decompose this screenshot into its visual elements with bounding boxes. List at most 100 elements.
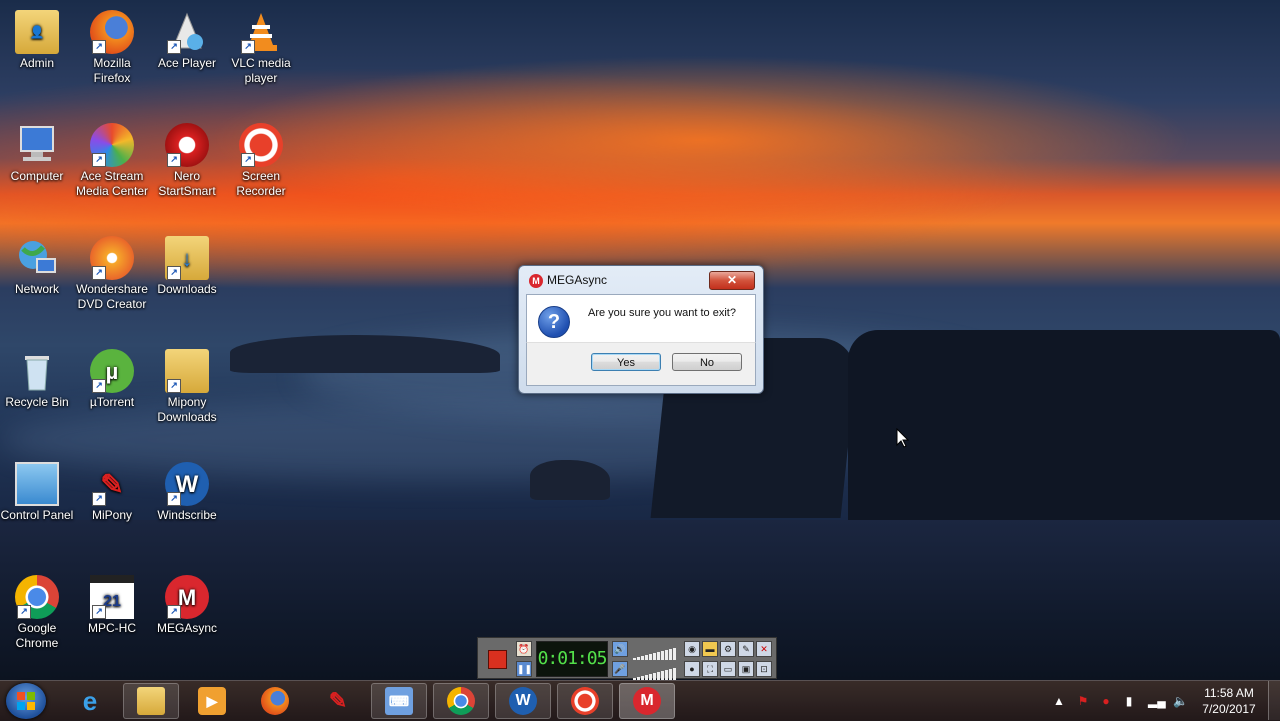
small-rock — [530, 460, 610, 500]
desktop-icon-vlc[interactable]: ↗ VLC media player — [224, 4, 298, 86]
volume-icon[interactable]: 🔈 — [1173, 694, 1188, 708]
question-icon: ? — [538, 306, 570, 338]
taskbar-chrome[interactable] — [433, 683, 489, 719]
file-explorer-icon — [137, 687, 165, 715]
clock-time: 11:58 AM — [1204, 686, 1254, 700]
ace-player-icon: ↗ — [165, 10, 209, 54]
taskbar-clock[interactable]: 11:58 AM 7/20/2017 — [1192, 685, 1266, 717]
gear-icon[interactable]: ⚙ — [720, 641, 736, 657]
internet-explorer-icon: e — [82, 685, 98, 716]
desktop-icon-firefox[interactable]: ↗ Mozilla Firefox — [75, 4, 149, 86]
computer-icon — [15, 123, 59, 167]
dialog-body: ? Are you sure you want to exit? — [526, 294, 756, 343]
chrome-icon: ↗ — [15, 575, 59, 619]
desktop-icon-admin[interactable]: 👤 Admin — [0, 4, 74, 71]
megasync-icon: M — [633, 687, 661, 715]
dvd-creator-icon: ↗ — [90, 236, 134, 280]
taskbar-windscribe[interactable]: W — [495, 683, 551, 719]
microphone-icon[interactable]: 🎤 — [612, 661, 628, 677]
dialog-title-bar[interactable]: M MEGAsync ✕ — [525, 271, 757, 290]
yes-button[interactable]: Yes — [591, 353, 661, 371]
vlc-icon: ↗ — [239, 10, 283, 54]
network-icon — [15, 236, 59, 280]
alarm-clock-icon[interactable]: ⏰ — [516, 641, 532, 657]
desktop-icon-screen-recorder[interactable]: ↗ Screen Recorder — [224, 117, 298, 199]
mipony-icon: ✎ ↗ — [90, 462, 134, 506]
desktop-icon-control-panel[interactable]: Control Panel — [0, 456, 74, 523]
desktop-icon-ace-player[interactable]: ↗ Ace Player — [150, 4, 224, 71]
desktop-icon-mipony-downloads[interactable]: ↗ Mipony Downloads — [150, 343, 224, 425]
desktop-icon-windscribe[interactable]: W ↗ Windscribe — [150, 456, 224, 523]
display-icon[interactable]: ⊡ — [756, 661, 772, 677]
microphone-volume-meter[interactable] — [633, 662, 677, 680]
desktop-icon-mipony[interactable]: ✎ ↗ MiPony — [75, 456, 149, 523]
speaker-volume-meter[interactable] — [633, 642, 677, 660]
desktop-icon-mpc-hc[interactable]: 21 ↗ MPC-HC — [75, 569, 149, 636]
windscribe-icon: W — [509, 687, 537, 715]
desktop-icon-dvd-creator[interactable]: ↗ Wondershare DVD Creator — [75, 230, 149, 312]
windows-logo-icon — [17, 692, 35, 710]
screen-recorder-toolbar: ⏰ ❚❚ 0:01:05 🔊 🎤 ◉ ▬ ⚙ ✎ ✕ ● ⛶ ▭ ▣ ⊡ — [477, 637, 777, 680]
megasync-icon: M ↗ — [165, 575, 209, 619]
firefox-icon: ↗ — [90, 10, 134, 54]
user-folder-icon: 👤 — [15, 10, 59, 54]
megasync-tray-icon[interactable]: ● — [1099, 694, 1113, 708]
taskbar-megasync[interactable]: M — [619, 683, 675, 719]
desktop-icon-megasync[interactable]: M ↗ MEGAsync — [150, 569, 224, 636]
desktop-icon-network[interactable]: Network — [0, 230, 74, 297]
network-signal-icon[interactable]: ▂▄ — [1148, 694, 1166, 708]
recording-timer: 0:01:05 — [536, 641, 608, 677]
taskbar-media-player[interactable]: ▶ — [184, 683, 240, 719]
power-icon[interactable]: ▮ — [1122, 694, 1136, 708]
desktop-icon-nero[interactable]: ↗ Nero StartSmart — [150, 117, 224, 199]
show-desktop-button[interactable] — [1268, 681, 1280, 720]
megasync-exit-dialog: M MEGAsync ✕ ? Are you sure you want to … — [518, 265, 764, 394]
nero-icon: ↗ — [165, 123, 209, 167]
media-player-icon: ▶ — [198, 687, 226, 715]
close-icon[interactable]: ✕ — [756, 641, 772, 657]
taskbar-file-explorer[interactable] — [123, 683, 179, 719]
taskbar-mipony[interactable]: ✎ — [310, 683, 366, 719]
start-button[interactable] — [6, 683, 46, 719]
mipony-icon: ✎ — [328, 688, 348, 713]
ace-stream-icon: ↗ — [90, 123, 134, 167]
webcam-icon[interactable]: ◉ — [684, 641, 700, 657]
folder-icon[interactable]: ▬ — [702, 641, 718, 657]
chrome-icon — [447, 687, 475, 715]
desktop-icon-downloads[interactable]: ↓ ↗ Downloads — [150, 230, 224, 297]
record-stop-button[interactable] — [488, 650, 507, 669]
dialog-close-button[interactable]: ✕ — [709, 271, 755, 290]
keyboard-icon: ⌨ — [385, 687, 413, 715]
window-icon[interactable]: ▭ — [720, 661, 736, 677]
screen-recorder-icon: ↗ — [239, 123, 283, 167]
camera-icon[interactable]: ● — [684, 661, 700, 677]
dialog-button-bar: Yes No — [526, 342, 756, 386]
screen-recorder-icon — [571, 687, 599, 715]
pause-button[interactable]: ❚❚ — [516, 661, 532, 677]
dialog-title: MEGAsync — [547, 273, 608, 287]
show-hidden-icons-icon[interactable]: ▲ — [1052, 694, 1066, 708]
desktop-icon-ace-stream[interactable]: ↗ Ace Stream Media Center — [75, 117, 149, 199]
action-center-flag-icon[interactable]: ⚑ — [1076, 694, 1090, 708]
downloads-folder-icon: ↓ ↗ — [165, 236, 209, 280]
no-button[interactable]: No — [672, 353, 742, 371]
folder-icon: ↗ — [165, 349, 209, 393]
taskbar-internet-explorer[interactable]: e — [62, 683, 118, 719]
desktop-icon-computer[interactable]: Computer — [0, 117, 74, 184]
taskbar-firefox[interactable] — [247, 683, 303, 719]
desktop-icon-utorrent[interactable]: µ ↗ µTorrent — [75, 343, 149, 410]
speaker-icon[interactable]: 🔊 — [612, 641, 628, 657]
taskbar-on-screen-keyboard[interactable]: ⌨ — [371, 683, 427, 719]
distant-headland — [230, 335, 500, 373]
dialog-message: Are you sure you want to exit? — [588, 307, 736, 319]
desktop-icon-chrome[interactable]: ↗ Google Chrome — [0, 569, 74, 651]
desktop-icon-recycle-bin[interactable]: Recycle Bin — [0, 343, 74, 410]
firefox-icon — [261, 687, 289, 715]
recycle-bin-icon — [15, 349, 59, 393]
windscribe-icon: W ↗ — [165, 462, 209, 506]
pen-icon[interactable]: ✎ — [738, 641, 754, 657]
fullscreen-icon[interactable]: ⛶ — [702, 661, 718, 677]
taskbar-screen-recorder[interactable] — [557, 683, 613, 719]
monitor-icon[interactable]: ▣ — [738, 661, 754, 677]
control-panel-icon — [15, 462, 59, 506]
